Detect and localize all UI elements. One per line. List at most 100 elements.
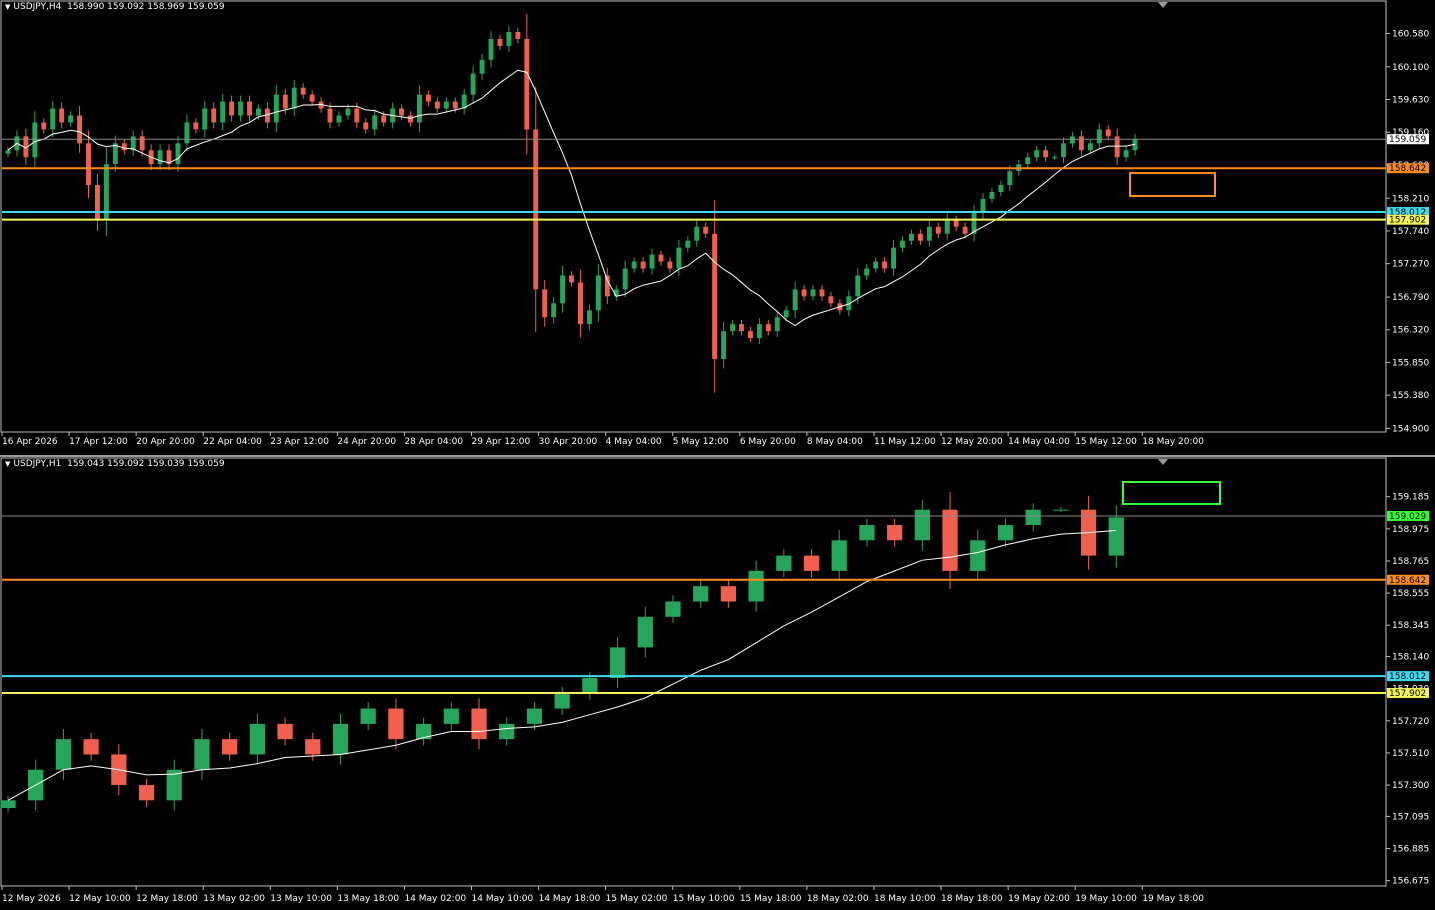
bottom-y-tick-label: 158.345 (1392, 621, 1429, 631)
top-candle-body (1061, 143, 1066, 158)
top-candle-body (747, 331, 753, 339)
top-candle-body (184, 122, 190, 144)
bottom-x-tick-label: 12 May 10:00 (69, 894, 131, 904)
bottom-y-tick-label: 158.765 (1392, 557, 1429, 567)
top-candle-body (5, 150, 11, 154)
bottom-candle-body (887, 525, 903, 541)
bottom-candle-body (388, 708, 404, 740)
bottom-candle-body (0, 800, 16, 808)
dropdown-triangle-icon[interactable]: ▼ (5, 3, 10, 11)
top-candle-body (801, 289, 807, 297)
bottom-candle-body (831, 540, 847, 571)
h4-chart-canvas[interactable]: 160.580160.100159.630159.160158.690158.2… (0, 0, 1435, 455)
top-candle-body (336, 115, 342, 123)
top-candle-body (32, 122, 38, 158)
top-candle-body (50, 108, 56, 130)
h4-symbol-label: USDJPY,H4 (13, 2, 62, 12)
top-candle-body (506, 32, 512, 46)
bottom-candle-body (1025, 509, 1041, 526)
bottom-y-tick-label: 157.300 (1392, 781, 1429, 791)
dropdown-triangle-icon[interactable]: ▼ (5, 460, 10, 468)
top-candle-body (1087, 143, 1093, 151)
top-candle-body (935, 226, 941, 234)
bottom-x-tick-label: 18 May 18:00 (941, 894, 1003, 904)
bottom-x-tick-label: 18 May 10:00 (874, 894, 936, 904)
top-candle-body (121, 143, 127, 151)
h4-chart-window[interactable]: 160.580160.100159.630159.160158.690158.2… (0, 0, 1435, 455)
top-x-tick-label: 24 Apr 20:00 (337, 437, 396, 447)
top-candle-body (345, 108, 351, 116)
bottom-candle-body (332, 723, 349, 755)
top-candle-body (130, 136, 136, 151)
bottom-x-tick-label: 14 May 18:00 (539, 894, 601, 904)
bottom-x-tick-label: 15 May 18:00 (740, 894, 802, 904)
top-level-label: 157.902 (1389, 216, 1426, 226)
top-candle-body (667, 261, 673, 269)
bottom-x-tick-label: 14 May 10:00 (472, 894, 534, 904)
top-candle-body (1025, 157, 1031, 165)
top-y-tick-label: 158.210 (1392, 194, 1429, 204)
bottom-x-tick-label: 19 May 02:00 (1008, 894, 1070, 904)
top-candle-body (220, 101, 226, 123)
top-x-tick-label: 12 May 20:00 (941, 437, 1003, 447)
h1-chart-window[interactable]: 159.185 158.975 158.765 158.555 158.345 158.1… (0, 457, 1435, 910)
top-candle-body (497, 38, 503, 46)
top-candle-body (1043, 150, 1049, 158)
top-bid-label: 159.059 (1389, 135, 1426, 145)
top-candle-body (578, 282, 583, 325)
top-candle-body (560, 275, 566, 304)
top-candle-body (739, 324, 744, 332)
bottom-candle-body (138, 785, 155, 801)
h4-ohlc-values: 158.990 159.092 158.969 159.059 (67, 2, 225, 12)
top-y-tick-label: 155.850 (1392, 358, 1429, 368)
top-x-tick-label: 20 Apr 20:00 (136, 437, 195, 447)
bottom-candle-body (803, 555, 820, 571)
top-candle-body (452, 101, 458, 109)
top-candle-body (300, 87, 306, 95)
top-candle-body (327, 108, 333, 123)
bottom-x-tick-label: 19 May 10:00 (1075, 894, 1137, 904)
bottom-candle-body (194, 739, 210, 770)
top-candle-body (658, 254, 664, 262)
bottom-candle-body (471, 708, 487, 740)
top-x-tick-label: 8 May 04:00 (807, 437, 863, 447)
bottom-y-tick-label: 158.555 (1392, 589, 1429, 599)
top-candle-body (774, 317, 780, 332)
bottom-annotation-box[interactable] (1122, 481, 1221, 505)
top-candle-body (211, 108, 217, 123)
bottom-candle-body (609, 647, 626, 678)
top-plot-frame (0, 0, 1387, 433)
top-candle-body (425, 94, 431, 102)
top-candle-body (488, 38, 494, 60)
top-annotation-box[interactable] (1129, 172, 1216, 197)
top-candle-body (363, 122, 369, 130)
bottom-candle-body (970, 540, 986, 571)
top-x-tick-label: 18 May 20:00 (1142, 437, 1204, 447)
bottom-candle-body (748, 570, 764, 602)
top-candle-body (819, 289, 825, 297)
bottom-y-tick-label: 156.675 (1392, 877, 1429, 887)
top-candle-body (282, 94, 288, 109)
top-candle-body (59, 108, 65, 123)
top-x-tick-label: 29 Apr 12:00 (472, 437, 531, 447)
top-candle-body (712, 233, 718, 359)
h1-chart-canvas[interactable]: 159.185 158.975 158.765 158.555 158.345 158.1… (0, 457, 1435, 910)
top-candle-body (542, 289, 548, 318)
top-candle-body (926, 226, 932, 241)
top-candle-body (515, 32, 521, 39)
top-chart-shift-icon[interactable] (1158, 2, 1168, 8)
top-candle-body (470, 73, 476, 95)
top-candle-body (569, 275, 574, 283)
top-candle-body (533, 129, 539, 290)
bottom-candle-body (360, 708, 376, 724)
top-y-tick-label: 157.270 (1392, 260, 1429, 270)
top-x-tick-label: 11 May 12:00 (874, 437, 936, 447)
top-moving-average-line (7, 69, 1136, 327)
bottom-candle-body (1053, 509, 1069, 511)
top-candle-body (980, 198, 986, 213)
bottom-candle-body (55, 739, 72, 770)
bottom-chart-shift-icon[interactable] (1158, 459, 1168, 465)
h1-symbol-label: USDJPY,H1 (13, 459, 62, 469)
top-candle-body (783, 310, 789, 318)
top-candle-body (1123, 150, 1129, 158)
